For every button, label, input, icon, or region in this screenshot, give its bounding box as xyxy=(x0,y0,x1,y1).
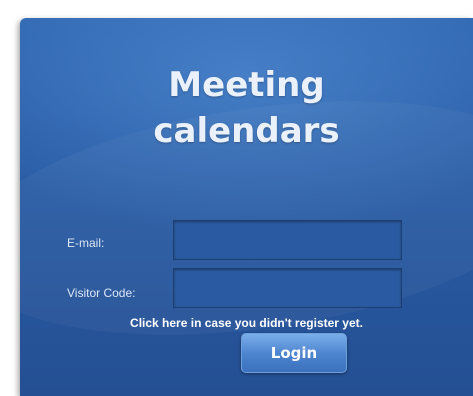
visitor-code-field[interactable] xyxy=(173,268,402,308)
register-link[interactable]: Click here in case you didn't register y… xyxy=(20,316,473,330)
login-button[interactable]: Login xyxy=(241,333,347,373)
page-title: Meeting calendars xyxy=(20,62,473,154)
email-field[interactable] xyxy=(173,220,402,260)
visitor-code-label: Visitor Code: xyxy=(67,286,136,300)
email-label: E-mail: xyxy=(67,236,105,250)
login-panel: Meeting calendars E-mail: Visitor Code: … xyxy=(20,18,473,396)
title-line-2: calendars xyxy=(153,111,340,151)
title-line-1: Meeting xyxy=(168,65,325,105)
